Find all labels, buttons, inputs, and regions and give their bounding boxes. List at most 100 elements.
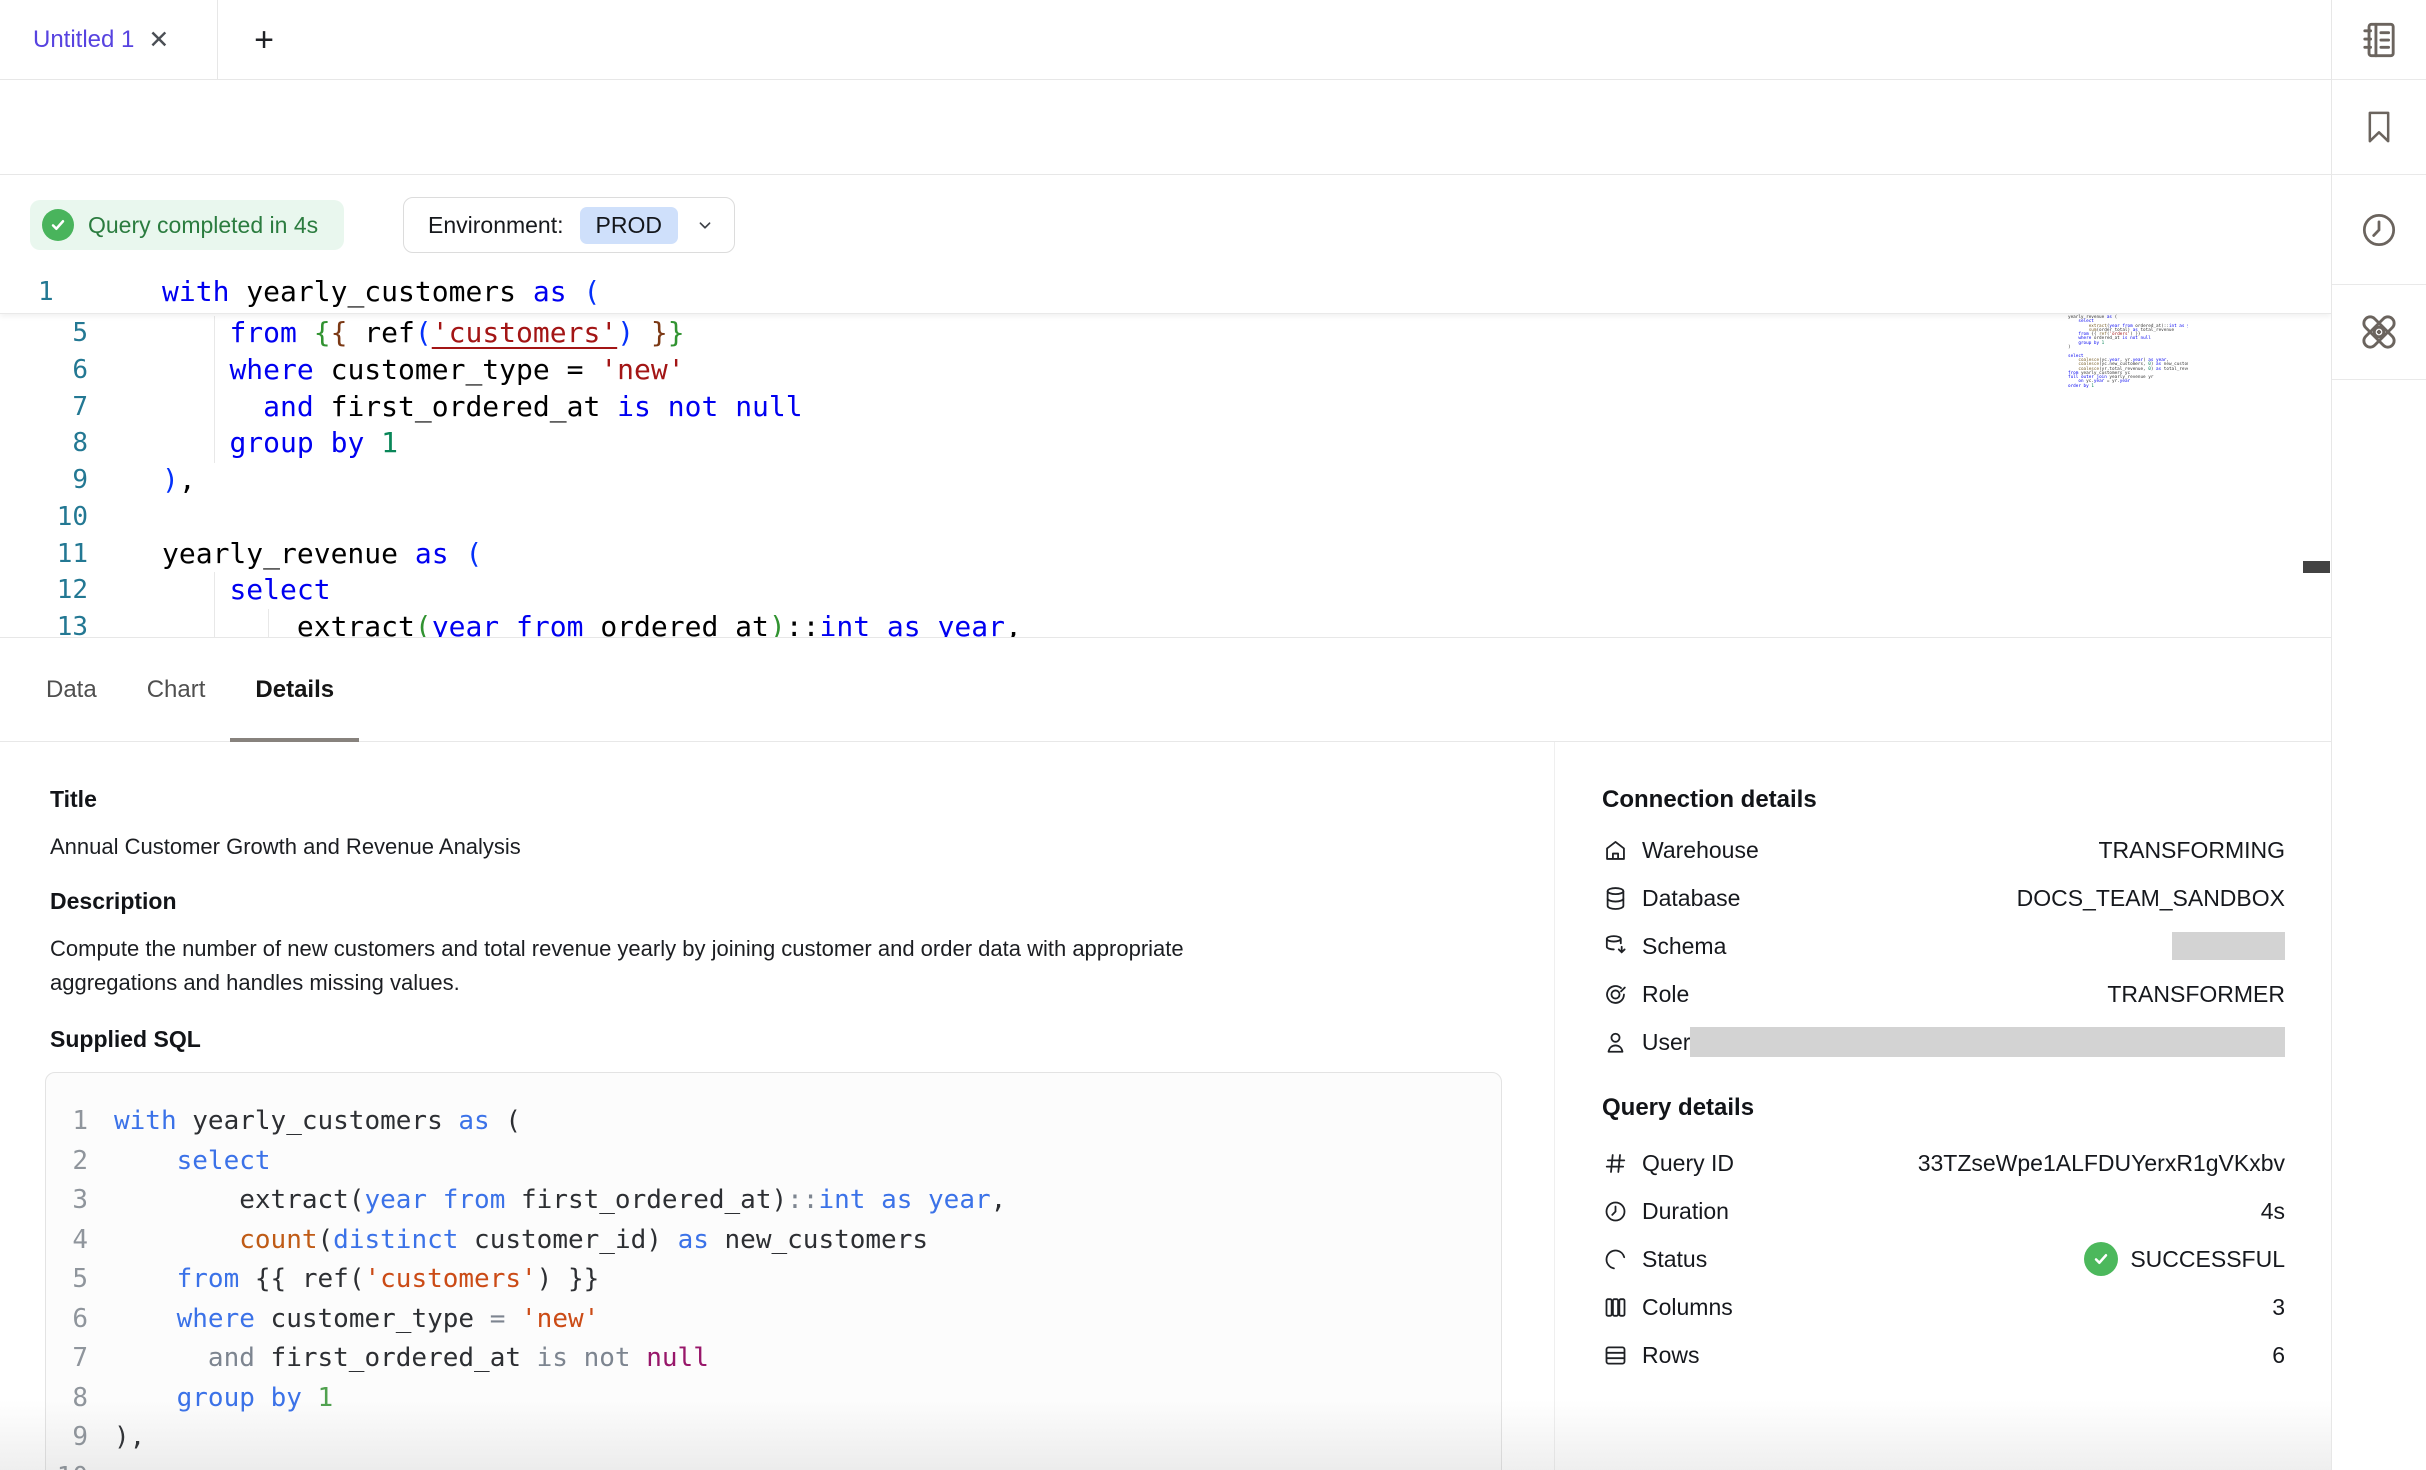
editor-scrollbar-thumb[interactable] — [2303, 561, 2330, 573]
code-line: 1with yearly_customers as ( — [46, 1102, 1501, 1142]
editor-code-area[interactable]: 5 from {{ ref('customers') }}6 where cus… — [0, 315, 2331, 638]
sql-editor[interactable]: 1with yearly_customers as ( 5 from {{ re… — [0, 270, 2331, 638]
code-line: 10 — [46, 1458, 1501, 1470]
detail-label: Rows — [1642, 1342, 1700, 1369]
rows-icon — [1602, 1342, 1642, 1369]
detail-row-role: Role TRANSFORMER — [1602, 970, 2285, 1018]
indent-guide — [214, 316, 215, 463]
new-tab-button[interactable]: + — [238, 0, 290, 80]
history-clock-icon[interactable] — [2332, 175, 2426, 285]
title-text: Annual Customer Growth and Revenue Analy… — [50, 830, 521, 864]
chevron-down-icon — [694, 214, 716, 236]
line-number: 8 — [46, 1379, 88, 1419]
line-number: 13 — [30, 609, 88, 638]
supplied-sql-heading: Supplied SQL — [50, 1026, 201, 1053]
notebook-icon[interactable] — [2332, 0, 2426, 80]
database-icon — [1602, 885, 1642, 912]
code-line[interactable]: 8 group by 1 — [0, 425, 2331, 462]
bookmark-icon[interactable] — [2332, 80, 2426, 175]
user-icon — [1602, 1029, 1642, 1056]
result-tab-data[interactable]: Data — [21, 638, 122, 742]
detail-value: 4s — [2261, 1198, 2285, 1225]
result-tab-chart[interactable]: Chart — [122, 638, 231, 742]
columns-icon — [1602, 1294, 1642, 1321]
line-number: 6 — [30, 352, 88, 389]
title-heading: Title — [50, 786, 97, 813]
detail-label: Query ID — [1642, 1150, 1734, 1177]
redacted-value — [1690, 1027, 2285, 1057]
detail-label: Schema — [1642, 933, 1726, 960]
code-line[interactable]: 7 and first_ordered_at is not null — [0, 389, 2331, 426]
code-line[interactable]: 12 select — [0, 572, 2331, 609]
details-panel: Title Annual Customer Growth and Revenue… — [0, 742, 2331, 1470]
description-text: Compute the number of new customers and … — [50, 932, 1280, 1000]
code-line: 3 extract(year from first_ordered_at)::i… — [46, 1181, 1501, 1221]
code-line[interactable]: 13 extract(year from ordered_at)::int as… — [0, 609, 2331, 638]
query-status-badge: Query completed in 4s — [30, 200, 344, 250]
line-number: 5 — [46, 1260, 88, 1300]
schema-icon — [1602, 933, 1642, 960]
detail-row-columns: Columns3 — [1602, 1283, 2285, 1331]
line-number: 10 — [30, 499, 88, 536]
detail-row-schema: Schema — [1602, 922, 2285, 970]
tab-untitled-1[interactable]: Untitled 1 ✕ — [0, 0, 218, 80]
line-number: 1 — [46, 1102, 88, 1142]
detail-value: 33TZseWpe1ALFDUYerxR1gVKxbv — [1918, 1150, 2285, 1177]
code-line[interactable]: 5 from {{ ref('customers') }} — [0, 315, 2331, 352]
environment-selector[interactable]: Environment: PROD — [403, 197, 735, 253]
environment-label: Environment: — [428, 212, 564, 239]
detail-label: Duration — [1642, 1198, 1729, 1225]
detail-row-user: User — [1602, 1018, 2285, 1066]
line-number: 1 — [38, 270, 96, 314]
code-line[interactable]: 6 where customer_type = 'new' — [0, 352, 2331, 389]
redacted-value — [2172, 932, 2285, 960]
code-line[interactable]: 10 — [0, 499, 2331, 536]
clock-icon — [1602, 1198, 1642, 1225]
indent-guide — [214, 572, 215, 638]
query-status-text: Query completed in 4s — [88, 212, 318, 239]
line-number: 5 — [30, 315, 88, 352]
line-number: 6 — [46, 1300, 88, 1340]
detail-row-query-id: Query ID 33TZseWpe1ALFDUYerxR1gVKxbv — [1602, 1139, 2285, 1187]
minimap-line: order by 1 — [2068, 385, 2188, 389]
line-number: 7 — [46, 1339, 88, 1379]
query-details-list: Query ID 33TZseWpe1ALFDUYerxR1gVKxbv Durat… — [1602, 1139, 2285, 1379]
toolbar: Develop Run — [0, 80, 2331, 175]
code-line[interactable]: 1with yearly_customers as ( — [0, 270, 2331, 314]
code-line[interactable]: 11yearly_revenue as ( — [0, 536, 2331, 573]
detail-row-duration: Duration 4s — [1602, 1187, 2285, 1235]
detail-value: DOCS_TEAM_SANDBOX — [2017, 885, 2285, 912]
lineage-compass-icon[interactable] — [2332, 285, 2426, 380]
detail-value: TRANSFORMER — [2107, 981, 2285, 1008]
sticky-scroll-line[interactable]: 1with yearly_customers as ( — [0, 270, 2331, 314]
detail-value: TRANSFORMING — [2098, 837, 2285, 864]
detail-value: 3 — [2272, 1294, 2285, 1321]
code-line: 8 group by 1 — [46, 1379, 1501, 1419]
line-number: 9 — [46, 1418, 88, 1458]
line-number: 12 — [30, 572, 88, 609]
environment-value-badge: PROD — [580, 207, 678, 244]
detail-label: Role — [1642, 981, 1689, 1008]
close-tab-icon[interactable]: ✕ — [148, 28, 169, 53]
hash-icon — [1602, 1150, 1642, 1177]
right-icon-sidebar — [2331, 0, 2426, 1470]
warehouse-icon — [1602, 837, 1642, 864]
success-check-icon — [2084, 1242, 2118, 1276]
line-number: 4 — [46, 1221, 88, 1261]
check-circle-icon — [42, 209, 74, 241]
result-tab-details[interactable]: Details — [230, 638, 359, 742]
status-row: Query completed in 4s Environment: PROD — [0, 175, 2331, 270]
code-line: 6 where customer_type = 'new' — [46, 1300, 1501, 1340]
code-line[interactable]: 9), — [0, 462, 2331, 499]
line-number: 2 — [46, 1142, 88, 1182]
line-number: 10 — [46, 1458, 88, 1470]
line-number: 3 — [46, 1181, 88, 1221]
tab-bar: Untitled 1 ✕ + — [0, 0, 2331, 80]
tab-label: Untitled 1 — [33, 26, 134, 54]
detail-label: Status — [1642, 1246, 1707, 1273]
code-line: 4 count(distinct customer_id) as new_cus… — [46, 1221, 1501, 1261]
supplied-sql-block: 1with yearly_customers as (2 select3 ext… — [45, 1072, 1502, 1470]
line-number: 11 — [30, 536, 88, 573]
line-number: 8 — [30, 425, 88, 462]
detail-row-database: DatabaseDOCS_TEAM_SANDBOX — [1602, 874, 2285, 922]
